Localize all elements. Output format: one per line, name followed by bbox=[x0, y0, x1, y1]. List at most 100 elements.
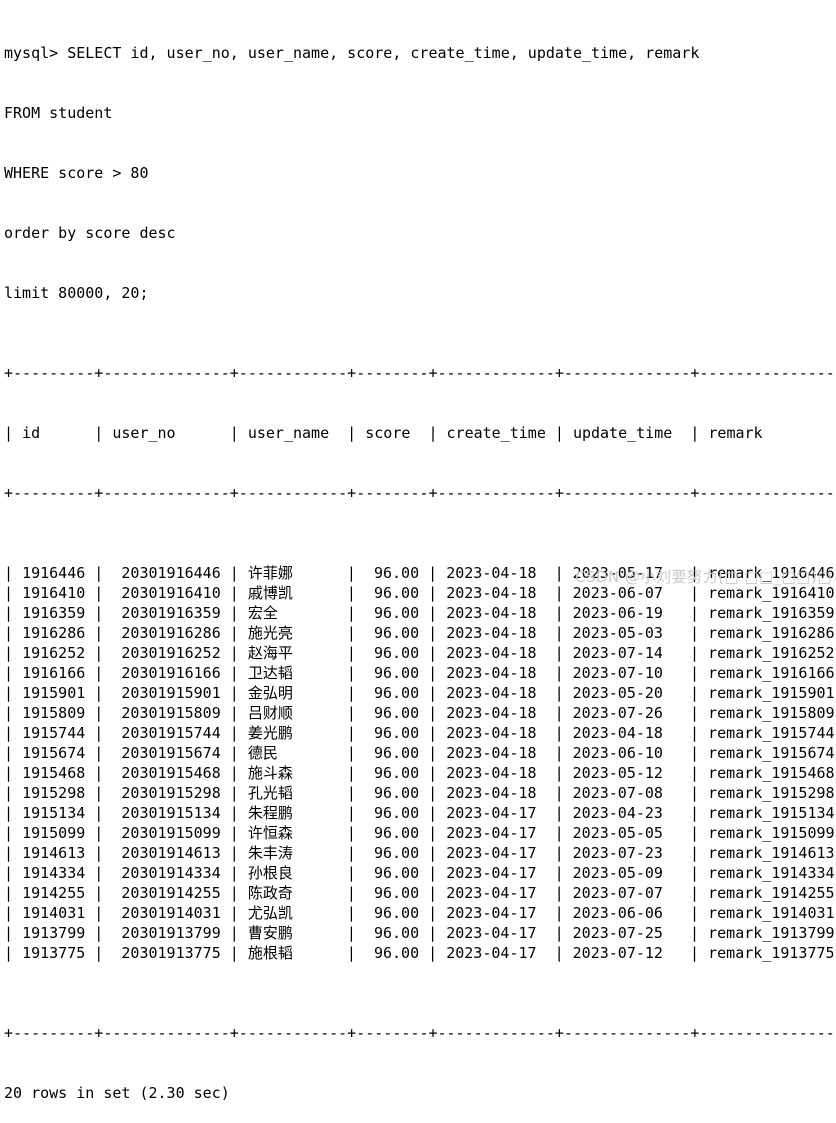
cell-user_no: 20301916359 bbox=[112, 604, 221, 622]
cell-create_time: 2023-04-17 bbox=[446, 884, 546, 902]
cell-update_time: 2023-07-23 bbox=[572, 844, 682, 862]
cell-remark: remark_1914031 bbox=[708, 904, 836, 922]
table-row: | 1916252 | 20301916252 | 赵海平 | 96.00 | … bbox=[4, 643, 836, 663]
cell-remark: remark_1913775 bbox=[708, 944, 836, 962]
query-line-3: WHERE score > 80 bbox=[4, 164, 149, 182]
cell-remark: remark_1915809 bbox=[708, 704, 836, 722]
table-row: | 1916410 | 20301916410 | 戚博凯 | 96.00 | … bbox=[4, 583, 836, 603]
cell-user_name: 许菲娜 bbox=[247, 564, 293, 582]
cell-remark: remark_1916410 bbox=[708, 584, 836, 602]
cell-score: 96.00 bbox=[364, 864, 420, 882]
cell-user_name: 赵海平 bbox=[247, 644, 293, 662]
cell-user_name: 卫达韬 bbox=[247, 664, 293, 682]
cell-user_name: 朱丰涛 bbox=[247, 844, 293, 862]
cell-update_time: 2023-06-06 bbox=[572, 904, 682, 922]
cell-user_no: 20301916446 bbox=[112, 564, 221, 582]
cell-update_time: 2023-07-25 bbox=[572, 924, 682, 942]
cell-user_name: 许恒森 bbox=[247, 824, 293, 842]
cell-remark: remark_1915134 bbox=[708, 804, 836, 822]
table-header-row: | id | user_no | user_name | score | cre… bbox=[4, 424, 836, 442]
cell-user_name: 金弘明 bbox=[247, 684, 293, 702]
cell-score: 96.00 bbox=[364, 724, 420, 742]
cell-remark: remark_1915099 bbox=[708, 824, 836, 842]
cell-score: 96.00 bbox=[364, 784, 420, 802]
cell-id: 1915674 bbox=[22, 744, 86, 762]
table-row: | 1916359 | 20301916359 | 宏全 | 96.00 | 2… bbox=[4, 603, 836, 623]
cell-id: 1914613 bbox=[22, 844, 86, 862]
cell-user_no: 20301914334 bbox=[112, 864, 221, 882]
cell-id: 1916166 bbox=[22, 664, 86, 682]
query-line-5: limit 80000, 20; bbox=[4, 284, 149, 302]
cell-score: 96.00 bbox=[364, 584, 420, 602]
table-body: | 1916446 | 20301916446 | 许菲娜 | 96.00 | … bbox=[4, 563, 836, 963]
cell-score: 96.00 bbox=[364, 804, 420, 822]
cell-update_time: 2023-06-10 bbox=[572, 744, 682, 762]
cell-update_time: 2023-06-19 bbox=[572, 604, 682, 622]
cell-create_time: 2023-04-17 bbox=[446, 944, 546, 962]
cell-update_time: 2023-05-12 bbox=[572, 764, 682, 782]
cell-user_name: 宏全 bbox=[247, 604, 278, 622]
cell-user_no: 20301915468 bbox=[112, 764, 221, 782]
cell-id: 1916359 bbox=[22, 604, 86, 622]
cell-remark: remark_1915468 bbox=[708, 764, 836, 782]
cell-remark: remark_1913799 bbox=[708, 924, 836, 942]
cell-update_time: 2023-07-26 bbox=[572, 704, 682, 722]
cell-create_time: 2023-04-18 bbox=[446, 664, 546, 682]
cell-remark: remark_1914334 bbox=[708, 864, 836, 882]
cell-user_no: 20301915809 bbox=[112, 704, 221, 722]
cell-score: 96.00 bbox=[364, 744, 420, 762]
cell-score: 96.00 bbox=[364, 844, 420, 862]
cell-remark: remark_1916252 bbox=[708, 644, 836, 662]
cell-score: 96.00 bbox=[364, 644, 420, 662]
table-row: | 1915468 | 20301915468 | 施斗森 | 96.00 | … bbox=[4, 763, 836, 783]
cell-remark: remark_1915901 bbox=[708, 684, 836, 702]
cell-user_no: 20301914613 bbox=[112, 844, 221, 862]
cell-id: 1916286 bbox=[22, 624, 86, 642]
cell-update_time: 2023-06-07 bbox=[572, 584, 682, 602]
cell-user_name: 孙根良 bbox=[247, 864, 293, 882]
cell-id: 1913799 bbox=[22, 924, 86, 942]
cell-update_time: 2023-07-08 bbox=[572, 784, 682, 802]
cell-user_no: 20301915298 bbox=[112, 784, 221, 802]
cell-create_time: 2023-04-18 bbox=[446, 744, 546, 762]
table-row: | 1915099 | 20301915099 | 许恒森 | 96.00 | … bbox=[4, 823, 836, 843]
table-top-border: +---------+--------------+------------+-… bbox=[4, 364, 836, 382]
cell-create_time: 2023-04-18 bbox=[446, 624, 546, 642]
cell-user_name: 德民 bbox=[247, 744, 278, 762]
table-bottom-border: +---------+--------------+------------+-… bbox=[4, 1024, 836, 1042]
table-row: | 1914334 | 20301914334 | 孙根良 | 96.00 | … bbox=[4, 863, 836, 883]
cell-create_time: 2023-04-17 bbox=[446, 864, 546, 882]
cell-user_no: 20301913775 bbox=[112, 944, 221, 962]
cell-user_no: 20301913799 bbox=[112, 924, 221, 942]
cell-id: 1916446 bbox=[22, 564, 86, 582]
cell-score: 96.00 bbox=[364, 764, 420, 782]
cell-remark: remark_1914613 bbox=[708, 844, 836, 862]
cell-user_name: 姜光鹏 bbox=[247, 724, 293, 742]
cell-id: 1915298 bbox=[22, 784, 86, 802]
table-row: | 1915809 | 20301915809 | 吕财顺 | 96.00 | … bbox=[4, 703, 836, 723]
cell-score: 96.00 bbox=[364, 564, 420, 582]
cell-id: 1915099 bbox=[22, 824, 86, 842]
cell-id: 1915901 bbox=[22, 684, 86, 702]
cell-create_time: 2023-04-18 bbox=[446, 684, 546, 702]
cell-create_time: 2023-04-18 bbox=[446, 784, 546, 802]
cell-create_time: 2023-04-17 bbox=[446, 924, 546, 942]
table-row: | 1914255 | 20301914255 | 陈政奇 | 96.00 | … bbox=[4, 883, 836, 903]
cell-update_time: 2023-05-05 bbox=[572, 824, 682, 842]
table-row: | 1913775 | 20301913775 | 施根韬 | 96.00 | … bbox=[4, 943, 836, 963]
cell-user_no: 20301916252 bbox=[112, 644, 221, 662]
cell-id: 1913775 bbox=[22, 944, 86, 962]
cell-user_no: 20301916410 bbox=[112, 584, 221, 602]
cell-update_time: 2023-07-07 bbox=[572, 884, 682, 902]
cell-score: 96.00 bbox=[364, 624, 420, 642]
table-row: | 1916446 | 20301916446 | 许菲娜 | 96.00 | … bbox=[4, 563, 836, 583]
cell-create_time: 2023-04-18 bbox=[446, 564, 546, 582]
cell-score: 96.00 bbox=[364, 904, 420, 922]
table-row: | 1915298 | 20301915298 | 孔光韬 | 96.00 | … bbox=[4, 783, 836, 803]
cell-remark: remark_1916359 bbox=[708, 604, 836, 622]
table-row: | 1916286 | 20301916286 | 施光亮 | 96.00 | … bbox=[4, 623, 836, 643]
query-line-4: order by score desc bbox=[4, 224, 176, 242]
cell-remark: remark_1916286 bbox=[708, 624, 836, 642]
cell-id: 1916410 bbox=[22, 584, 86, 602]
cell-user_no: 20301915674 bbox=[112, 744, 221, 762]
